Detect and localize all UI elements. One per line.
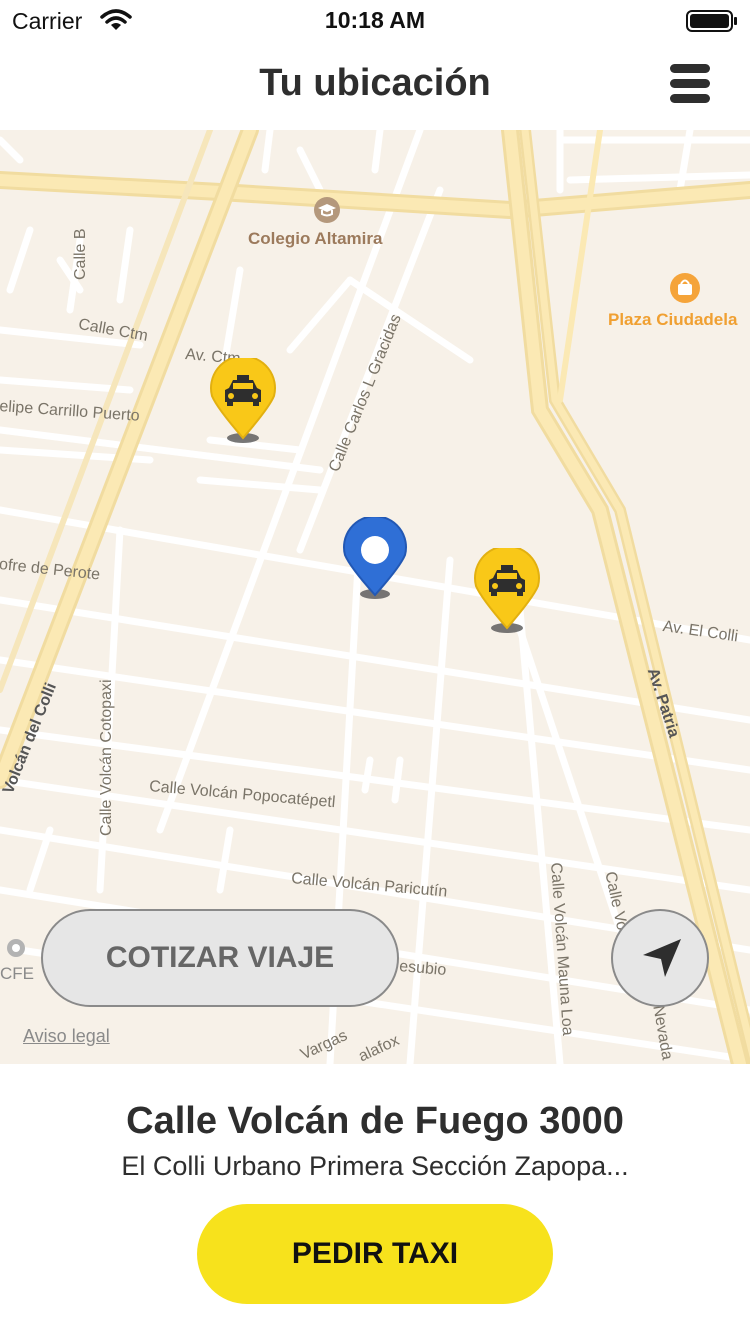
user-location-pin[interactable] xyxy=(342,517,408,601)
poi-label-cfe: CFE xyxy=(0,964,34,983)
locate-me-button[interactable] xyxy=(611,909,709,1007)
map-view[interactable]: Colegio Altamira Plaza Ciudadela CFE Cal… xyxy=(0,130,750,1064)
battery-icon xyxy=(686,10,737,32)
page-title: Tu ubicación xyxy=(259,62,491,104)
poi-label-plaza: Plaza Ciudadela xyxy=(608,310,738,329)
street-label: Calle B xyxy=(72,228,89,280)
address-subtitle: El Colli Urbano Primera Sección Zapopa..… xyxy=(121,1151,629,1181)
navigation-arrow-icon xyxy=(643,939,681,977)
status-bar: Carrier 10:18 AM xyxy=(0,0,750,42)
aviso-legal-link[interactable]: Aviso legal xyxy=(23,1026,110,1047)
pedir-taxi-button[interactable]: PEDIR TAXI xyxy=(197,1204,553,1304)
hamburger-menu-icon[interactable] xyxy=(664,60,714,108)
taxi-pin[interactable] xyxy=(209,358,277,444)
street-label: Calle Volcán Cotopaxi xyxy=(98,679,115,836)
poi-dot-icon xyxy=(7,939,25,957)
school-icon xyxy=(314,197,340,223)
status-time: 10:18 AM xyxy=(324,7,426,33)
taxi-pin[interactable] xyxy=(473,548,541,634)
nav-bar: Tu ubicación xyxy=(0,42,750,130)
shopping-bag-icon xyxy=(670,273,700,303)
address-title: Calle Volcán de Fuego 3000 xyxy=(126,1100,624,1142)
poi-label-colegio: Colegio Altamira xyxy=(248,229,383,248)
cotizar-viaje-button[interactable]: COTIZAR VIAJE xyxy=(41,909,399,1007)
